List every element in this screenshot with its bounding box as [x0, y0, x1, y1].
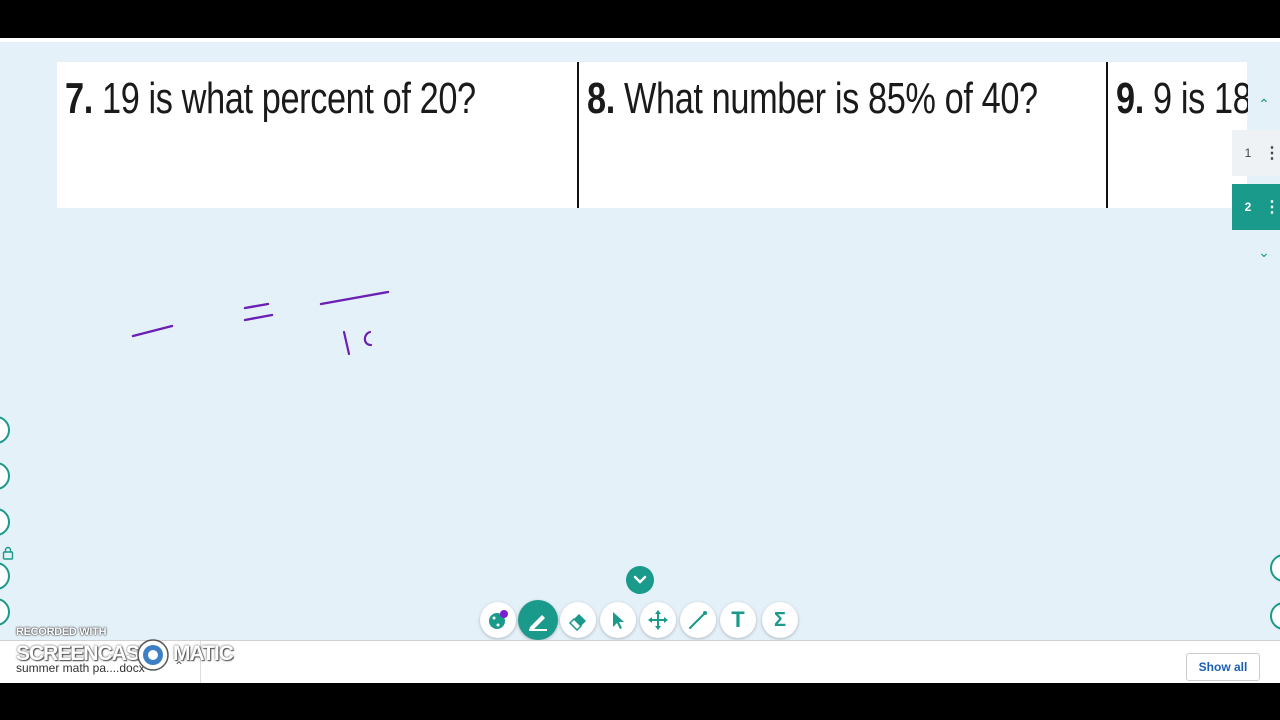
screencast-logo-icon — [137, 639, 169, 671]
text-icon: T — [731, 607, 745, 632]
line-icon — [689, 611, 707, 629]
collapse-toolbar-button[interactable] — [626, 566, 654, 594]
eraser-tool-button[interactable] — [560, 602, 596, 638]
page-thumb-2[interactable]: 2 ⋮ — [1232, 184, 1280, 230]
sigma-icon: Σ — [773, 608, 786, 631]
move-icon — [648, 610, 668, 630]
handwriting-strokes — [131, 290, 390, 356]
select-tool-button[interactable] — [600, 602, 636, 638]
vertical-dots-icon[interactable]: ⋮ — [1264, 143, 1280, 163]
top-black-bar — [0, 0, 1280, 38]
move-tool-button[interactable] — [640, 602, 676, 638]
ink-stroke-blank-numerator — [131, 324, 174, 338]
watermark-brand-right: MATIC — [173, 642, 234, 665]
drawing-toolbar: T Σ — [480, 600, 802, 640]
page-up-arrow[interactable]: ⌃ — [1256, 96, 1272, 113]
watermark-brand-left: SCREENCAST — [16, 642, 152, 665]
bottom-black-bar — [0, 683, 1280, 720]
ink-stroke-fraction-bar — [319, 290, 390, 306]
ink-stroke-equals-bottom — [243, 313, 274, 322]
palette-tool-button[interactable] — [480, 602, 516, 638]
pen-tool-button[interactable] — [518, 600, 558, 640]
page-number: 2 — [1244, 200, 1252, 214]
vertical-dots-icon[interactable]: ⋮ — [1264, 197, 1280, 217]
eraser-icon — [568, 614, 586, 631]
page-down-arrow[interactable]: ⌄ — [1256, 244, 1272, 261]
ink-stroke-equals-top — [243, 302, 270, 310]
page-number: 1 — [1244, 146, 1252, 160]
show-all-button[interactable]: Show all — [1186, 653, 1260, 681]
page-thumb-1[interactable]: 1 ⋮ — [1232, 130, 1280, 176]
chevron-down-icon — [633, 575, 647, 584]
text-tool-button[interactable]: T — [720, 602, 756, 638]
math-tool-button[interactable]: Σ — [762, 602, 798, 638]
line-tool-button[interactable] — [680, 602, 716, 638]
palette-icon — [489, 610, 508, 629]
pen-icon — [529, 615, 547, 631]
whiteboard-canvas[interactable]: 7. 19 is what percent of 20? 8. What num… — [0, 38, 1280, 640]
lock-icon[interactable] — [2, 546, 14, 560]
ink-stroke-digit-1 — [342, 330, 351, 356]
ink-stroke-digit-0 — [363, 330, 373, 347]
pointer-icon — [613, 612, 624, 629]
watermark-recorded-with: RECORDED WITH — [16, 626, 107, 638]
